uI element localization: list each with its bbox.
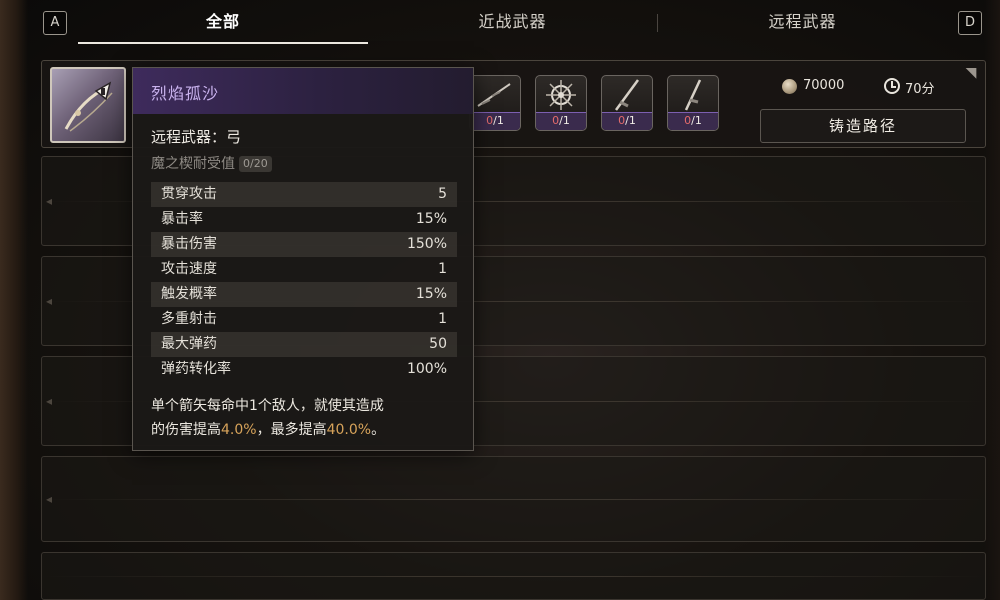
endurance-line: 魔之楔耐受值 0/20 (151, 153, 272, 173)
weapon-detail-tooltip: 烈焰孤沙 远程武器：弓 魔之楔耐受值 0/20 贯穿攻击 5 暴击率 15% 暴击伤害… (132, 67, 474, 451)
stat-row: 多重射击 1 (151, 307, 457, 332)
material-required: /1 (559, 114, 570, 127)
weapon-stats: 贯穿攻击 5 暴击率 15% 暴击伤害 150% 攻击速度 1 触发概率 15% 多重射击… (151, 182, 457, 382)
chevron-left-icon: ◂ (46, 194, 53, 208)
coin-cost: 70000 (803, 78, 845, 93)
material-slot[interactable]: 0/1 (601, 75, 653, 131)
stat-value: 1 (438, 261, 447, 277)
pin-icon[interactable]: ◥ (961, 63, 981, 83)
clock-icon (884, 78, 900, 94)
stat-label: 多重射击 (161, 311, 217, 327)
stat-value: 1 (438, 311, 447, 327)
stat-row: 弹药转化率 100% (151, 357, 457, 382)
forge-time: 70分 (905, 82, 935, 97)
stat-label: 暴击率 (161, 211, 203, 227)
stat-label: 贯穿攻击 (161, 186, 217, 202)
weapon-thumbnail[interactable] (50, 67, 126, 143)
stat-label: 暴击伤害 (161, 236, 217, 252)
material-slot[interactable]: 0/1 (469, 75, 521, 131)
material-count: 0/1 (536, 113, 586, 129)
chevron-left-icon: ◂ (46, 394, 53, 408)
row-divider-decoration (42, 576, 985, 577)
description-text: 的伤害提高 (151, 422, 221, 438)
tab-all[interactable]: 全部 (78, 0, 368, 44)
stat-row: 暴击率 15% (151, 207, 457, 232)
bow-icon (64, 81, 113, 132)
key-hint-a[interactable]: A (43, 11, 67, 35)
stat-row: 暴击伤害 150% (151, 232, 457, 257)
endurance-badge: 0/20 (239, 156, 272, 172)
endurance-label: 魔之楔耐受值 (151, 156, 235, 172)
description-text: ，最多提高 (256, 422, 327, 438)
description-text: 。 (371, 422, 386, 438)
tab-ranged-weapons[interactable]: 远程武器 (660, 0, 945, 44)
material-count: 0/1 (602, 113, 652, 129)
forge-cost-panel: 70000 70分 铸造路径 (760, 71, 972, 143)
chevron-left-icon: ◂ (46, 294, 53, 308)
tooltip-header: 烈焰孤沙 (133, 68, 473, 114)
material-slot[interactable]: 0/1 (667, 75, 719, 131)
stat-row: 触发概率 15% (151, 282, 457, 307)
stat-label: 最大弹药 (161, 336, 217, 352)
stat-label: 攻击速度 (161, 261, 217, 277)
stat-row: 贯穿攻击 5 (151, 182, 457, 207)
description-line-1: 单个箭矢每命中1个敌人，就使其造成 (151, 398, 384, 414)
material-count: 0/1 (470, 113, 520, 129)
material-weapon-icon (477, 83, 511, 107)
description-highlight: 40.0% (326, 422, 372, 438)
weapon-name: 烈焰孤沙 (151, 84, 220, 103)
stat-value: 5 (438, 186, 447, 202)
weapon-row[interactable]: ◂ (41, 456, 986, 542)
tab-divider (657, 14, 658, 32)
material-rod-icon (684, 79, 702, 111)
background-left-edge (0, 0, 28, 600)
material-required: /1 (625, 114, 636, 127)
key-hint-d[interactable]: D (958, 11, 982, 35)
chevron-left-icon: ◂ (46, 492, 53, 506)
row-divider-decoration (42, 499, 985, 500)
stat-value: 15% (415, 211, 447, 227)
stat-value: 50 (429, 336, 447, 352)
weapon-type: 远程武器：弓 (151, 128, 242, 146)
stat-value: 100% (406, 361, 447, 377)
description-highlight: 4.0% (221, 422, 257, 438)
stat-row: 攻击速度 1 (151, 257, 457, 282)
stat-value: 150% (406, 236, 447, 252)
material-required: /1 (493, 114, 504, 127)
weapon-category-tabs: A 全部 近战武器 远程武器 D (0, 0, 1000, 46)
forge-path-button[interactable]: 铸造路径 (760, 109, 966, 143)
tab-melee-weapons[interactable]: 近战武器 (370, 0, 655, 44)
weapon-row[interactable] (41, 552, 986, 600)
coin-icon (782, 79, 797, 94)
stat-label: 弹药转化率 (161, 361, 231, 377)
material-slot[interactable]: 0/1 (535, 75, 587, 131)
stat-value: 15% (415, 286, 447, 302)
stat-row: 最大弹药 50 (151, 332, 457, 357)
weapon-passive-description: 单个箭矢每命中1个敌人，就使其造成 的伤害提高4.0%，最多提高40.0%。 (151, 394, 463, 442)
material-required: /1 (691, 114, 702, 127)
description-line-2: 的伤害提高4.0%，最多提高40.0%。 (151, 418, 463, 442)
stat-label: 触发概率 (161, 286, 217, 302)
material-gear-icon (546, 80, 576, 110)
material-blade-icon (614, 79, 640, 111)
material-count: 0/1 (668, 113, 718, 129)
